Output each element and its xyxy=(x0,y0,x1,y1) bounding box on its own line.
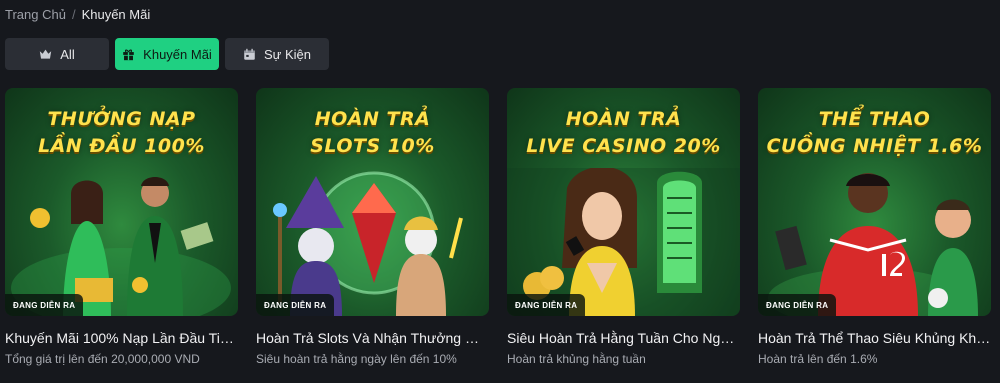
promotion-title[interactable]: Khuyến Mãi 100% Nạp Lần Đầu Tiê... xyxy=(5,330,238,346)
breadcrumb-current: Khuyến Mãi xyxy=(81,7,151,22)
promotion-subtitle: Tổng giá trị lên đến 20,000,000 VND xyxy=(5,352,200,366)
banner-title-line1: THƯỞNG NẠP xyxy=(47,108,196,130)
tab-all[interactable]: All xyxy=(5,38,109,70)
banner-title-line1: HOÀN TRẢ xyxy=(314,108,431,130)
tab-khuyen-mai-label: Khuyến Mãi xyxy=(143,46,212,62)
tab-khuyen-mai[interactable]: Khuyến Mãi xyxy=(115,38,219,70)
promotion-title[interactable]: Hoàn Trả Thể Thao Siêu Khủng Khô... xyxy=(758,330,991,346)
promotion-banner[interactable]: HOÀN TRẢ LIVE CASINO 20% ĐANG DIỄN RA xyxy=(507,88,740,316)
banner-title-line2: SLOTS 10% xyxy=(310,135,435,157)
filter-tabs: All Khuyến Mãi Sự Kiện xyxy=(5,38,329,70)
gift-icon xyxy=(123,49,134,60)
promotion-banner[interactable]: THỂ THAO CUỒNG NHIỆT 1.6% ĐANG DIỄN RA xyxy=(758,88,991,316)
banner-title-line2: LIVE CASINO 20% xyxy=(526,135,721,157)
banner-title-line2: CUỒNG NHIỆT 1.6% xyxy=(766,135,983,157)
tab-su-kien[interactable]: Sự Kiện xyxy=(225,38,329,70)
banner-title-line1: HOÀN TRẢ xyxy=(565,108,682,130)
status-badge: ĐANG DIỄN RA xyxy=(256,294,335,316)
banner-title-line1: THỂ THAO xyxy=(818,108,931,130)
banner-title: THƯỞNG NẠP LẦN ĐẦU 100% xyxy=(5,106,238,160)
tab-all-label: All xyxy=(60,46,75,62)
breadcrumb: Trang Chủ / Khuyến Mãi xyxy=(5,7,150,22)
status-badge: ĐANG DIỄN RA xyxy=(5,294,84,316)
status-badge: ĐANG DIỄN RA xyxy=(507,294,586,316)
promotion-banner[interactable]: THƯỞNG NẠP LẦN ĐẦU 100% ĐANG DIỄN RA xyxy=(5,88,238,316)
promotion-banner[interactable]: HOÀN TRẢ SLOTS 10% ĐANG DIỄN RA xyxy=(256,88,489,316)
crown-icon xyxy=(40,49,52,59)
promotion-card[interactable]: HOÀN TRẢ SLOTS 10% ĐANG DIỄN RA Hoàn Trả… xyxy=(256,88,489,366)
promotion-card[interactable]: THỂ THAO CUỒNG NHIỆT 1.6% ĐANG DIỄN RA H… xyxy=(758,88,991,366)
promotion-title[interactable]: Hoàn Trả Slots Và Nhận Thưởng Hấ... xyxy=(256,330,489,346)
promotion-subtitle: Hoàn trả lên đến 1.6% xyxy=(758,352,878,366)
breadcrumb-home-link[interactable]: Trang Chủ xyxy=(5,7,66,22)
breadcrumb-separator: / xyxy=(71,7,76,22)
calendar-icon xyxy=(244,48,255,60)
status-badge: ĐANG DIỄN RA xyxy=(758,294,837,316)
banner-title: HOÀN TRẢ LIVE CASINO 20% xyxy=(507,106,740,160)
banner-title-line2: LẦN ĐẦU 100% xyxy=(38,135,205,157)
promotion-subtitle: Hoàn trả khủng hằng tuần xyxy=(507,352,646,366)
tab-su-kien-label: Sự Kiện xyxy=(263,46,311,62)
promotion-card[interactable]: HOÀN TRẢ LIVE CASINO 20% ĐANG DIỄN RA Si… xyxy=(507,88,740,366)
banner-title: HOÀN TRẢ SLOTS 10% xyxy=(256,106,489,160)
promotion-list: THƯỞNG NẠP LẦN ĐẦU 100% ĐANG DIỄN RA Khu… xyxy=(5,88,991,366)
promotion-card[interactable]: THƯỞNG NẠP LẦN ĐẦU 100% ĐANG DIỄN RA Khu… xyxy=(5,88,238,366)
promotion-subtitle: Siêu hoàn trả hằng ngày lên đến 10% xyxy=(256,352,457,366)
promotion-title[interactable]: Siêu Hoàn Trả Hằng Tuần Cho Ngườ... xyxy=(507,330,740,346)
banner-title: THỂ THAO CUỒNG NHIỆT 1.6% xyxy=(758,106,991,160)
